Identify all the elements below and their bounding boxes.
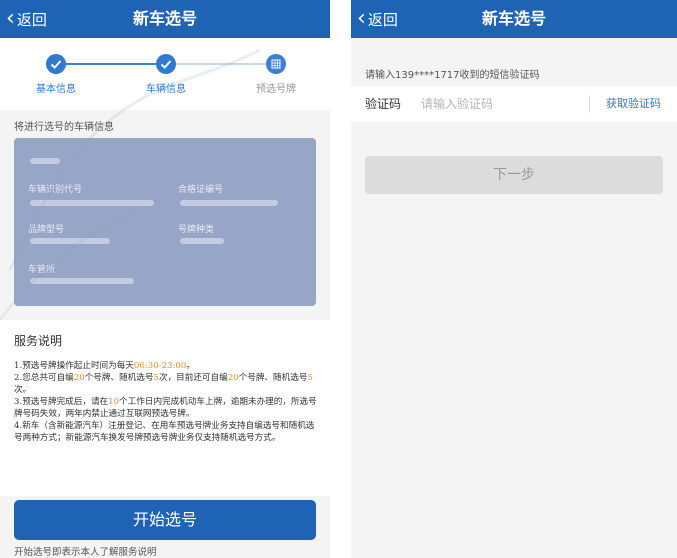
rule-text: 。 [186, 361, 195, 371]
rule-highlight: 10 [108, 397, 120, 407]
verification-code-input[interactable] [421, 92, 581, 116]
verification-code-row: 验证码 获取验证码 [351, 86, 677, 122]
sms-hint: 请输入139****1717收到的短信验证码 [365, 70, 540, 81]
vehicle-info-screen: ‹ 返回 新车选号 基本信息 车辆信息 预选号牌 将进行选号的车辆信息 车辆识别… [0, 0, 330, 558]
sms-verification-screen: ‹ 返回 新车选号 请输入139****1717收到的短信验证码 验证码 获取验… [351, 0, 677, 558]
brand-model-label: 品牌型号 [28, 225, 65, 235]
step-connector [166, 63, 276, 65]
plate-grid-icon [266, 54, 286, 74]
rule-1: 1.预选号牌操作起止时间为每天06:30-23:00。 [14, 360, 320, 372]
service-notice: 服务说明 1.预选号牌操作起止时间为每天06:30-23:00。 2.您总共可自… [0, 320, 330, 496]
vehicle-info-card: 车辆识别代号 合格证编号 品牌型号 号牌种类 车管所 [14, 138, 316, 306]
start-note: 开始选号即表示本人了解服务说明 [14, 547, 157, 558]
rule-highlight: 20 [73, 373, 85, 383]
page-title: 新车选号 [481, 9, 546, 28]
code-label: 验证码 [365, 97, 402, 111]
rule-3: 3.预选号牌完成后，请在10个工作日内完成机动车上牌，逾期未办理的，所选号牌号码… [14, 396, 320, 420]
nav-bar: ‹ 返回 新车选号 [0, 0, 330, 38]
step-label-basic-info: 基本信息 [36, 84, 76, 95]
masked-value [30, 238, 110, 244]
progress-stepper: 基本信息 车辆信息 预选号牌 [0, 38, 330, 110]
cert-number-label: 合格证编号 [178, 185, 224, 195]
rule-text: 个号牌、随机选号 [238, 373, 308, 383]
masked-value [30, 200, 154, 206]
check-icon [156, 54, 176, 74]
rule-highlight: 20 [227, 373, 239, 383]
service-rules: 1.预选号牌操作起止时间为每天06:30-23:00。 2.您总共可自编20个号… [14, 360, 320, 444]
masked-value [180, 238, 224, 244]
rule-text: 个号牌、随机选号 [84, 373, 154, 383]
rule-highlight: 5 [307, 373, 313, 383]
vin-label: 车辆识别代号 [28, 185, 83, 195]
rule-2: 2.您总共可自编20个号牌、随机选号5次，目前还可自编20个号牌、随机选号5次。 [14, 372, 320, 396]
rule-highlight: 06:30-23:00 [133, 361, 187, 371]
step-label-vehicle-info: 车辆信息 [146, 84, 186, 95]
nav-bar: ‹ 返回 新车选号 [351, 0, 677, 38]
vehicle-office-label: 车管所 [28, 265, 56, 275]
start-selection-button[interactable]: 开始选号 [14, 500, 316, 540]
rule-text: 2.您总共可自编 [14, 373, 74, 383]
check-icon [46, 54, 66, 74]
page-title: 新车选号 [132, 9, 197, 28]
divider [589, 95, 590, 113]
get-code-button[interactable]: 获取验证码 [606, 86, 661, 122]
masked-value [30, 158, 60, 164]
vehicle-section-hint: 将进行选号的车辆信息 [14, 122, 114, 133]
rule-text: 次。 [14, 385, 32, 395]
next-step-button[interactable]: 下一步 [365, 156, 663, 194]
plate-type-label: 号牌种类 [178, 225, 215, 235]
rule-text: 1.预选号牌操作起止时间为每天 [14, 361, 134, 371]
masked-value [30, 278, 134, 284]
masked-value [180, 200, 278, 206]
rule-4: 4.新车（含新能源汽车）注册登记、在用车预选号牌业务支持自编选号和随机选号两种方… [14, 421, 315, 443]
step-connector [56, 63, 166, 65]
rule-text: 次，目前还可自编 [158, 373, 228, 383]
service-title: 服务说明 [14, 334, 63, 348]
step-label-plate-preselect: 预选号牌 [256, 84, 296, 95]
rule-text: 3.预选号牌完成后，请在 [14, 397, 109, 407]
